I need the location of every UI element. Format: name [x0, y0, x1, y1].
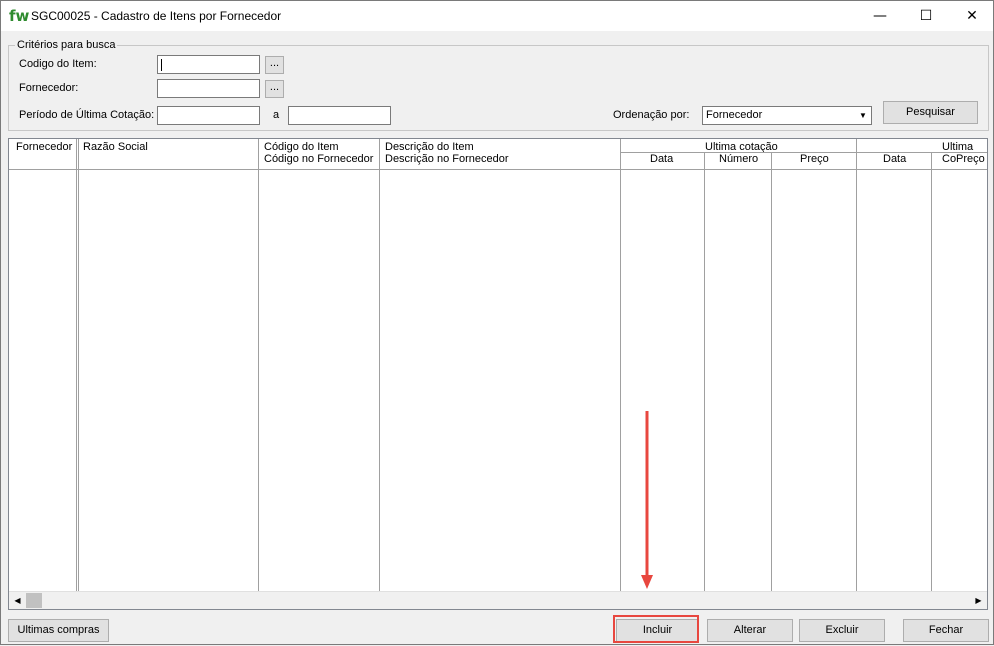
annotation-arrow-icon: [641, 411, 653, 589]
main-window: fw SGC00025 - Cadastro de Itens por Forn…: [0, 0, 994, 645]
